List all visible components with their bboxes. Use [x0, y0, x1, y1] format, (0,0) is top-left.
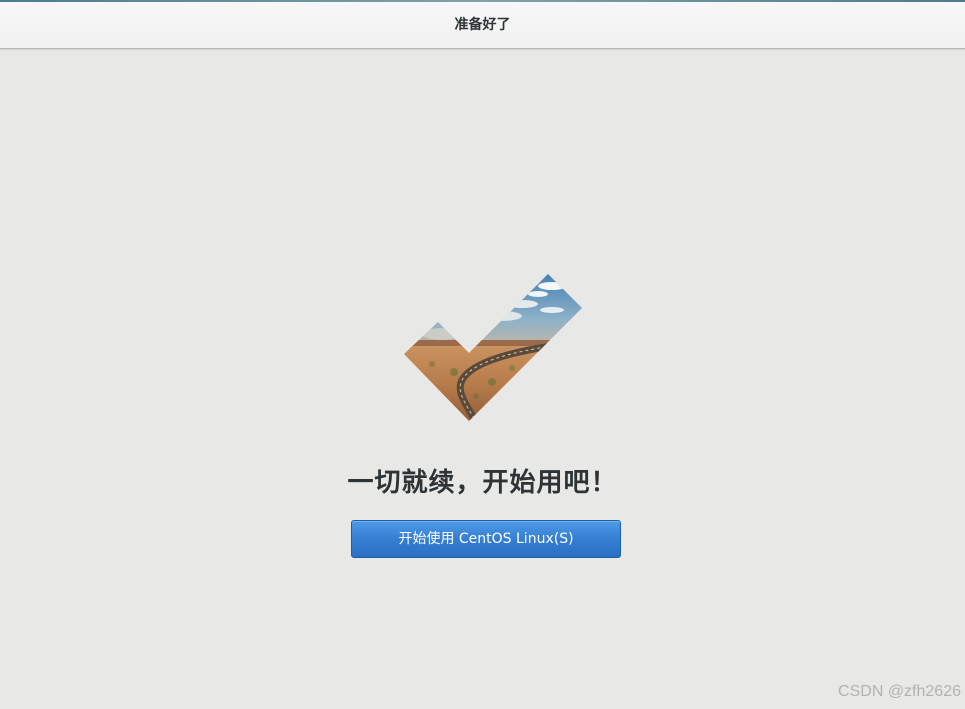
ready-heading: 一切就续，开始用吧！	[347, 468, 618, 498]
start-using-button[interactable]: 开始使用 CentOS Linux(S)	[351, 520, 621, 558]
checkmark-landscape-icon	[404, 274, 582, 421]
header-bar: 准备好了	[0, 2, 965, 49]
page-title: 准备好了	[454, 17, 511, 33]
watermark: CSDN @zfh2626	[838, 683, 961, 700]
